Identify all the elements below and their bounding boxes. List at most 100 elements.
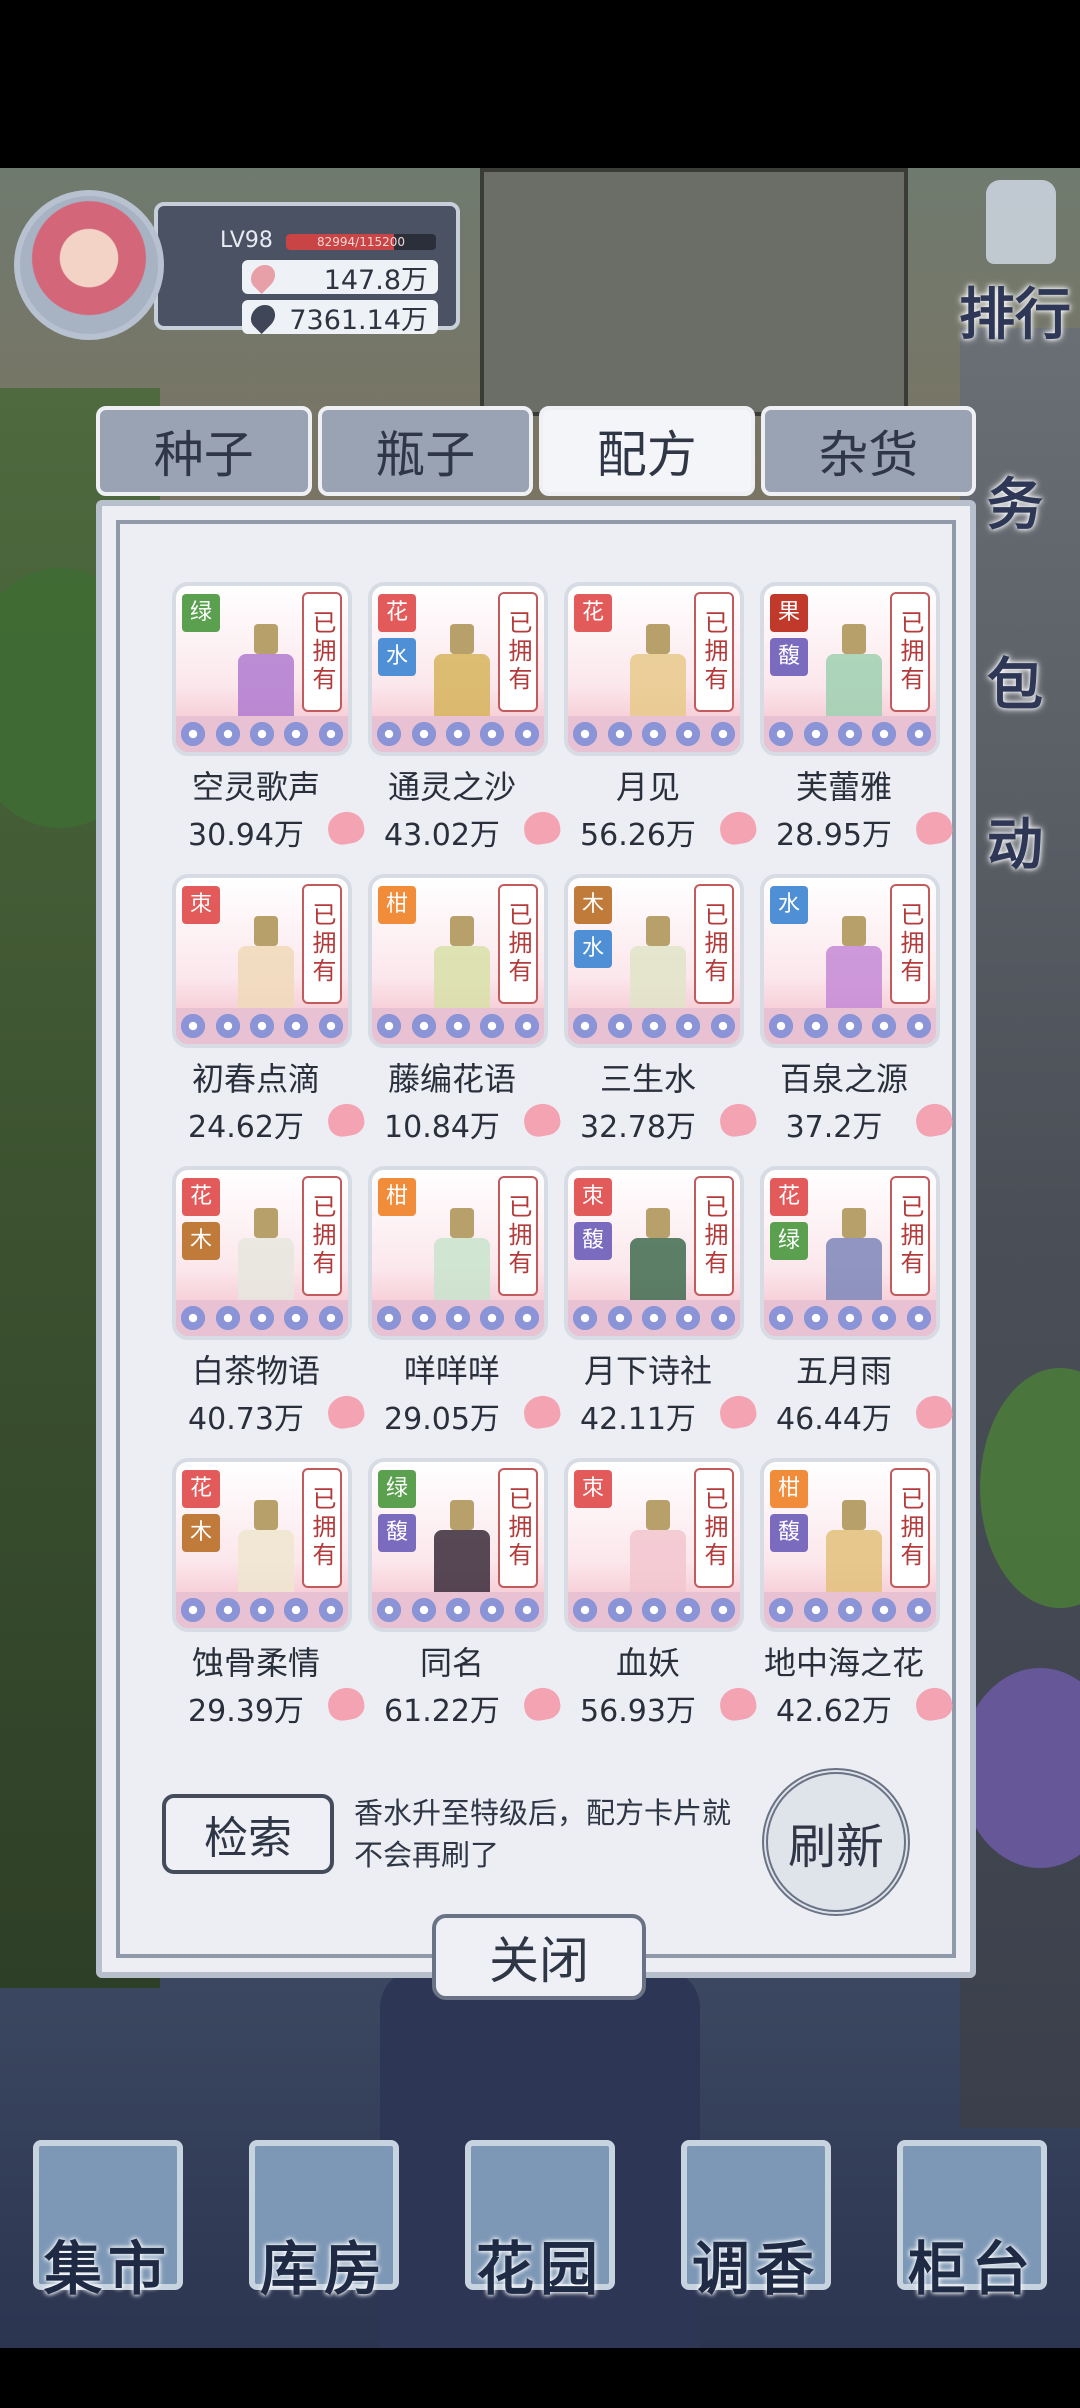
scent-tag: 花 [182, 1470, 220, 1508]
scent-tag: 木 [182, 1514, 220, 1552]
flower-border [372, 1592, 544, 1628]
recipe-name: 蚀骨柔情 [191, 1644, 320, 1682]
side-button-label: 动 [987, 813, 1043, 878]
recipe-card[interactable]: 朿馥 已拥有 月下诗社 42.11万 [550, 1166, 759, 1437]
flower-icon [409, 1012, 438, 1040]
side-button-label: 包 [987, 653, 1043, 718]
tab-goods[interactable]: 杂货 [760, 406, 976, 496]
scent-tag: 花 [574, 594, 612, 632]
flower-border [372, 716, 544, 752]
recipe-card[interactable]: 朿 已拥有 血妖 56.93万 [550, 1458, 759, 1729]
scent-tag: 花 [378, 594, 416, 632]
perfume-bottle-icon [434, 1208, 490, 1312]
scent-tag: 绿 [182, 594, 220, 632]
flower-icon [674, 1596, 703, 1624]
nav-market[interactable]: 集市 [23, 2130, 193, 2310]
recipe-name: 三生水 [599, 1060, 696, 1098]
recipe-card[interactable]: 花木 已拥有 蚀骨柔情 29.39万 [158, 1458, 367, 1729]
hint-text: 香水升至特级后，配方卡片就不会再刷了 [354, 1796, 732, 1872]
flower-icon [375, 1304, 404, 1332]
perfume-bottle-icon [630, 916, 686, 1020]
flower-icon [316, 720, 345, 748]
flower-border [764, 1300, 936, 1336]
player-avatar[interactable] [14, 190, 164, 340]
scent-tag: 柑 [770, 1470, 808, 1508]
tab-recipes[interactable]: 配方 [539, 406, 755, 496]
perfume-bottle-icon [826, 1500, 882, 1604]
flower-icon [674, 720, 703, 748]
recipe-price: 43.02万 [384, 818, 500, 853]
flower-icon [443, 720, 472, 748]
nav-warehouse[interactable]: 库房 [239, 2130, 409, 2310]
side-button-ranking[interactable]: 排行 [956, 180, 1074, 351]
flower-icon [478, 1012, 507, 1040]
owned-badge: 已拥有 [694, 1468, 734, 1588]
player-info[interactable]: LV98 82994/115200 147.8万 7361.14万 [14, 190, 464, 340]
flower-icon [316, 1012, 345, 1040]
flower-border [568, 716, 740, 752]
recipe-price: 28.95万 [776, 818, 892, 853]
scent-tag: 木 [574, 886, 612, 924]
recipe-card[interactable]: 柑 已拥有 咩咩咩 29.05万 [354, 1166, 563, 1437]
perfume-bottle-icon [630, 1208, 686, 1312]
flower-border [176, 1300, 348, 1336]
perfume-bottle-icon [826, 916, 882, 1020]
ranking-icon [986, 180, 1056, 264]
tab-seeds[interactable]: 种子 [96, 406, 312, 496]
recipe-card[interactable]: 木水 已拥有 三生水 32.78万 [550, 874, 759, 1145]
tab-bottles[interactable]: 瓶子 [317, 406, 533, 496]
recipe-card[interactable]: 花 已拥有 月见 56.26万 [550, 582, 759, 853]
nav-blending[interactable]: 调香 [671, 2130, 841, 2310]
refresh-button[interactable]: 刷新 [762, 1768, 910, 1916]
currency-petals-value: 147.8万 [323, 264, 428, 296]
flower-border [372, 1300, 544, 1336]
recipe-card[interactable]: 绿馥 已拥有 同名 61.22万 [354, 1458, 563, 1729]
recipe-price: 29.39万 [188, 1694, 304, 1729]
recipe-card[interactable]: 柑 已拥有 藤编花语 10.84万 [354, 874, 563, 1145]
flower-icon [375, 1012, 404, 1040]
flower-icon [605, 720, 634, 748]
recipe-price: 32.78万 [580, 1110, 696, 1145]
flower-icon [639, 1596, 668, 1624]
recipe-card[interactable]: 柑馥 已拥有 地中海之花 42.62万 [746, 1458, 955, 1729]
nav-label: 花园 [475, 2235, 604, 2303]
recipe-card[interactable]: 绿 已拥有 空灵歌声 30.94万 [158, 582, 367, 853]
flower-icon [478, 720, 507, 748]
flower-icon [801, 1304, 830, 1332]
flower-icon [835, 1304, 864, 1332]
recipe-card[interactable]: 水 已拥有 百泉之源 37.2万 [746, 874, 955, 1145]
petal-icon [246, 260, 280, 294]
recipe-name: 月下诗社 [583, 1352, 712, 1390]
recipe-card-image: 果馥 已拥有 [760, 582, 940, 756]
xp-bar: 82994/115200 [286, 234, 436, 250]
nav-counter[interactable]: 柜台 [887, 2130, 1057, 2310]
flower-icon [213, 1596, 242, 1624]
recipe-card[interactable]: 花木 已拥有 白茶物语 40.73万 [158, 1166, 367, 1437]
recipe-card[interactable]: 朿 已拥有 初春点滴 24.62万 [158, 874, 367, 1145]
recipe-card[interactable]: 花绿 已拥有 五月雨 46.44万 [746, 1166, 955, 1437]
nav-label: 集市 [43, 2235, 172, 2303]
flower-icon [512, 1304, 541, 1332]
nav-label: 库房 [259, 2235, 388, 2303]
recipe-card[interactable]: 花水 已拥有 通灵之沙 43.02万 [354, 582, 563, 853]
recipe-price: 56.26万 [580, 818, 696, 853]
nav-garden[interactable]: 花园 [455, 2130, 625, 2310]
recipe-card-image: 柑 已拥有 [368, 874, 548, 1048]
search-button[interactable]: 检索 [162, 1794, 334, 1874]
owned-badge: 已拥有 [302, 884, 342, 1004]
perfume-bottle-icon [630, 624, 686, 728]
flower-border [764, 1592, 936, 1628]
flower-icon [708, 1596, 737, 1624]
recipe-card-image: 绿馥 已拥有 [368, 1458, 548, 1632]
flower-icon [478, 1596, 507, 1624]
close-button[interactable]: 关闭 [432, 1914, 646, 2000]
recipe-name: 通灵之沙 [387, 768, 516, 806]
recipe-price: 42.11万 [580, 1402, 696, 1437]
flower-icon [801, 720, 830, 748]
currency-petals: 147.8万 [242, 260, 438, 296]
recipe-card[interactable]: 果馥 已拥有 芙蕾雅 28.95万 [746, 582, 955, 853]
recipe-name: 五月雨 [795, 1352, 892, 1390]
recipe-card-image: 花绿 已拥有 [760, 1166, 940, 1340]
recipe-card-image: 朿 已拥有 [564, 1458, 744, 1632]
recipe-shop-panel: 绿已拥有 空灵歌声 30.94万花水已拥有 通灵之沙 43.02万花已拥有 月见 56.26… [96, 500, 976, 1978]
